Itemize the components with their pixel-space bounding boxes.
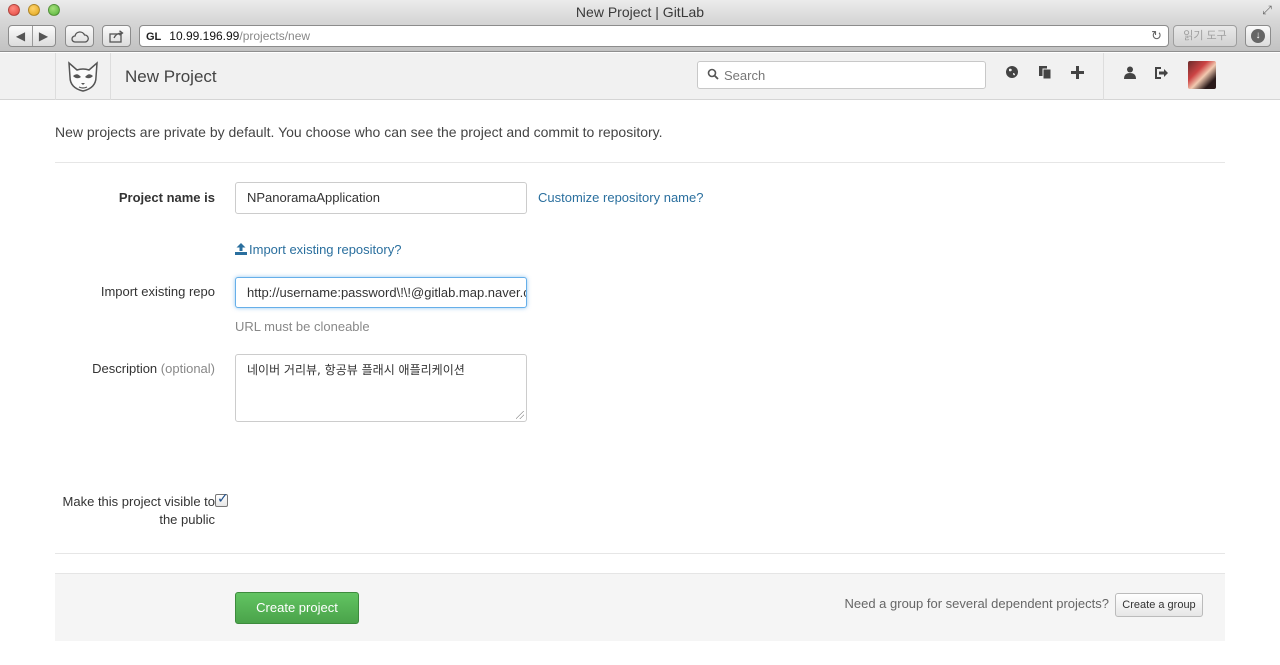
back-forward-buttons: ◀ ▶ xyxy=(8,25,56,47)
fullscreen-icon[interactable]: ⤢ xyxy=(1260,3,1274,17)
sign-out-icon[interactable] xyxy=(1152,65,1172,85)
import-repo-url-input[interactable]: http://username:password\!\!@gitlab.map.… xyxy=(235,277,527,308)
project-name-label: Project name is xyxy=(118,190,215,205)
icloud-tabs-button[interactable] xyxy=(65,25,94,47)
page-title: New Project xyxy=(125,67,217,86)
import-repo-link-label: Import existing repository? xyxy=(249,242,402,257)
visibility-label: Make this project visible to the public xyxy=(62,494,215,527)
copy-icon[interactable] xyxy=(1035,65,1055,85)
url-path: /projects/new xyxy=(239,29,311,43)
customize-repo-link[interactable]: Customize repository name? xyxy=(538,190,703,205)
group-question-text: Need a group for several dependent proje… xyxy=(844,596,1109,611)
search-box xyxy=(697,61,986,89)
download-icon: ↓ xyxy=(1251,28,1265,43)
back-arrow-icon[interactable]: ◀ xyxy=(9,26,32,46)
checkmark-icon: ✓ xyxy=(217,490,229,506)
window-title: New Project | GitLab xyxy=(575,4,705,20)
user-icon[interactable] xyxy=(1120,65,1140,85)
optional-text: (optional) xyxy=(160,361,215,376)
gitlab-logo[interactable] xyxy=(55,53,111,100)
address-bar[interactable]: GL 10.99.196.99/projects/new ↻ xyxy=(139,25,1169,47)
avatar[interactable] xyxy=(1188,61,1216,89)
cloud-icon xyxy=(70,31,89,43)
browser-toolbar: ◀ ▶ GL 10.99.196.99/projects/new ↻ 읽기 도구 ↓ xyxy=(0,22,1280,52)
header-divider xyxy=(1103,53,1104,100)
upload-icon xyxy=(235,243,247,255)
gitlab-header: New Project xyxy=(0,53,1280,100)
divider xyxy=(55,162,1225,163)
divider xyxy=(32,26,33,46)
description-textarea[interactable]: 네이버 거리뷰, 항공뷰 플래시 애플리케이션 xyxy=(235,354,527,422)
forward-arrow-icon[interactable]: ▶ xyxy=(32,26,55,46)
reload-icon[interactable]: ↻ xyxy=(1151,26,1162,46)
reader-button[interactable]: 읽기 도구 xyxy=(1173,25,1237,47)
import-repo-link[interactable]: Import existing repository? xyxy=(235,242,401,257)
resize-handle[interactable] xyxy=(516,411,524,419)
url-host: 10.99.196.99 xyxy=(169,29,240,43)
project-name-input[interactable]: NPanoramaApplication xyxy=(235,182,527,214)
divider xyxy=(55,553,1225,554)
description-label: Description (optional) xyxy=(92,361,215,376)
search-icon xyxy=(707,68,719,80)
intro-text: New projects are private by default. You… xyxy=(55,124,663,140)
downloads-button[interactable]: ↓ xyxy=(1245,25,1271,47)
globe-icon[interactable] xyxy=(1002,65,1022,85)
favicon: GL xyxy=(146,31,162,43)
share-icon xyxy=(108,30,124,43)
window-titlebar: New Project | GitLab ⤢ xyxy=(0,0,1280,22)
import-repo-label: Import existing repo xyxy=(100,284,215,299)
public-visibility-checkbox[interactable]: ✓ xyxy=(215,490,229,507)
create-project-button[interactable]: Create project xyxy=(235,592,359,624)
search-input[interactable] xyxy=(724,66,979,84)
raccoon-logo-icon xyxy=(68,60,98,92)
share-button[interactable] xyxy=(102,25,131,47)
import-help-text: URL must be cloneable xyxy=(235,319,370,334)
form-actions: Create project Need a group for several … xyxy=(55,573,1225,641)
create-group-button[interactable]: Create a group xyxy=(1115,593,1203,617)
description-value: 네이버 거리뷰, 항공뷰 플래시 애플리케이션 xyxy=(247,363,465,377)
description-label-text: Description xyxy=(92,361,158,376)
plus-icon[interactable] xyxy=(1067,65,1087,85)
